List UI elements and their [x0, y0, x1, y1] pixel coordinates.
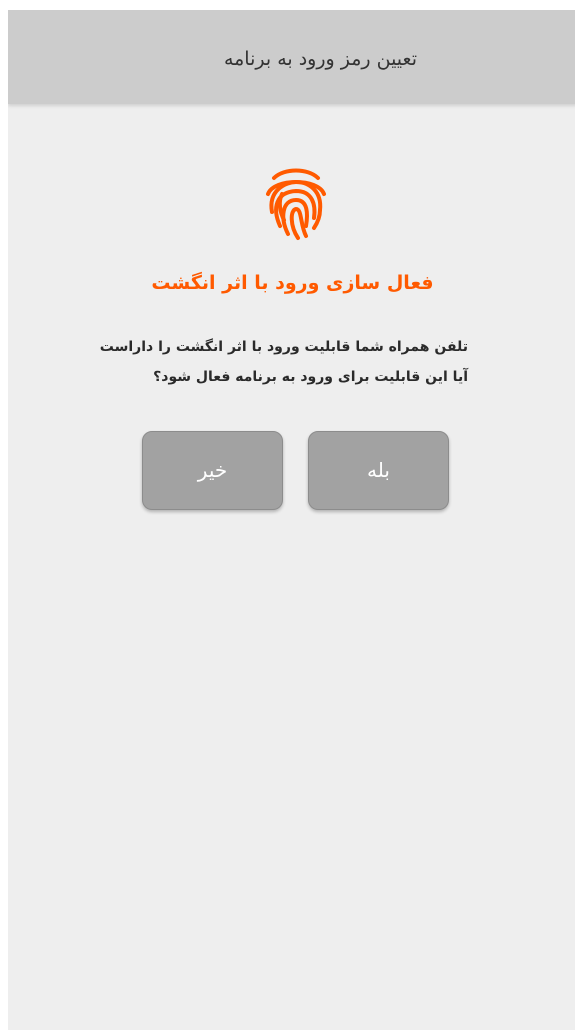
yes-button[interactable]: بله [308, 431, 449, 510]
app-bar: تعیین رمز ورود به برنامه [8, 10, 575, 104]
message-line-2: آیا این قابلیت برای ورود به برنامه فعال … [153, 369, 468, 385]
no-button[interactable]: خیر [142, 431, 283, 510]
message: تلفن همراه شما قابلیت ورود با اثر انگشت … [88, 332, 468, 392]
page-title: تعیین رمز ورود به برنامه [223, 48, 417, 70]
message-line-1: تلفن همراه شما قابلیت ورود با اثر انگشت … [99, 339, 468, 355]
screen: تعیین رمز ورود به برنامه فعال سازی ورود … [8, 10, 575, 1030]
headline: فعال سازی ورود با اثر انگشت [151, 272, 434, 294]
fingerprint-icon [266, 168, 326, 240]
